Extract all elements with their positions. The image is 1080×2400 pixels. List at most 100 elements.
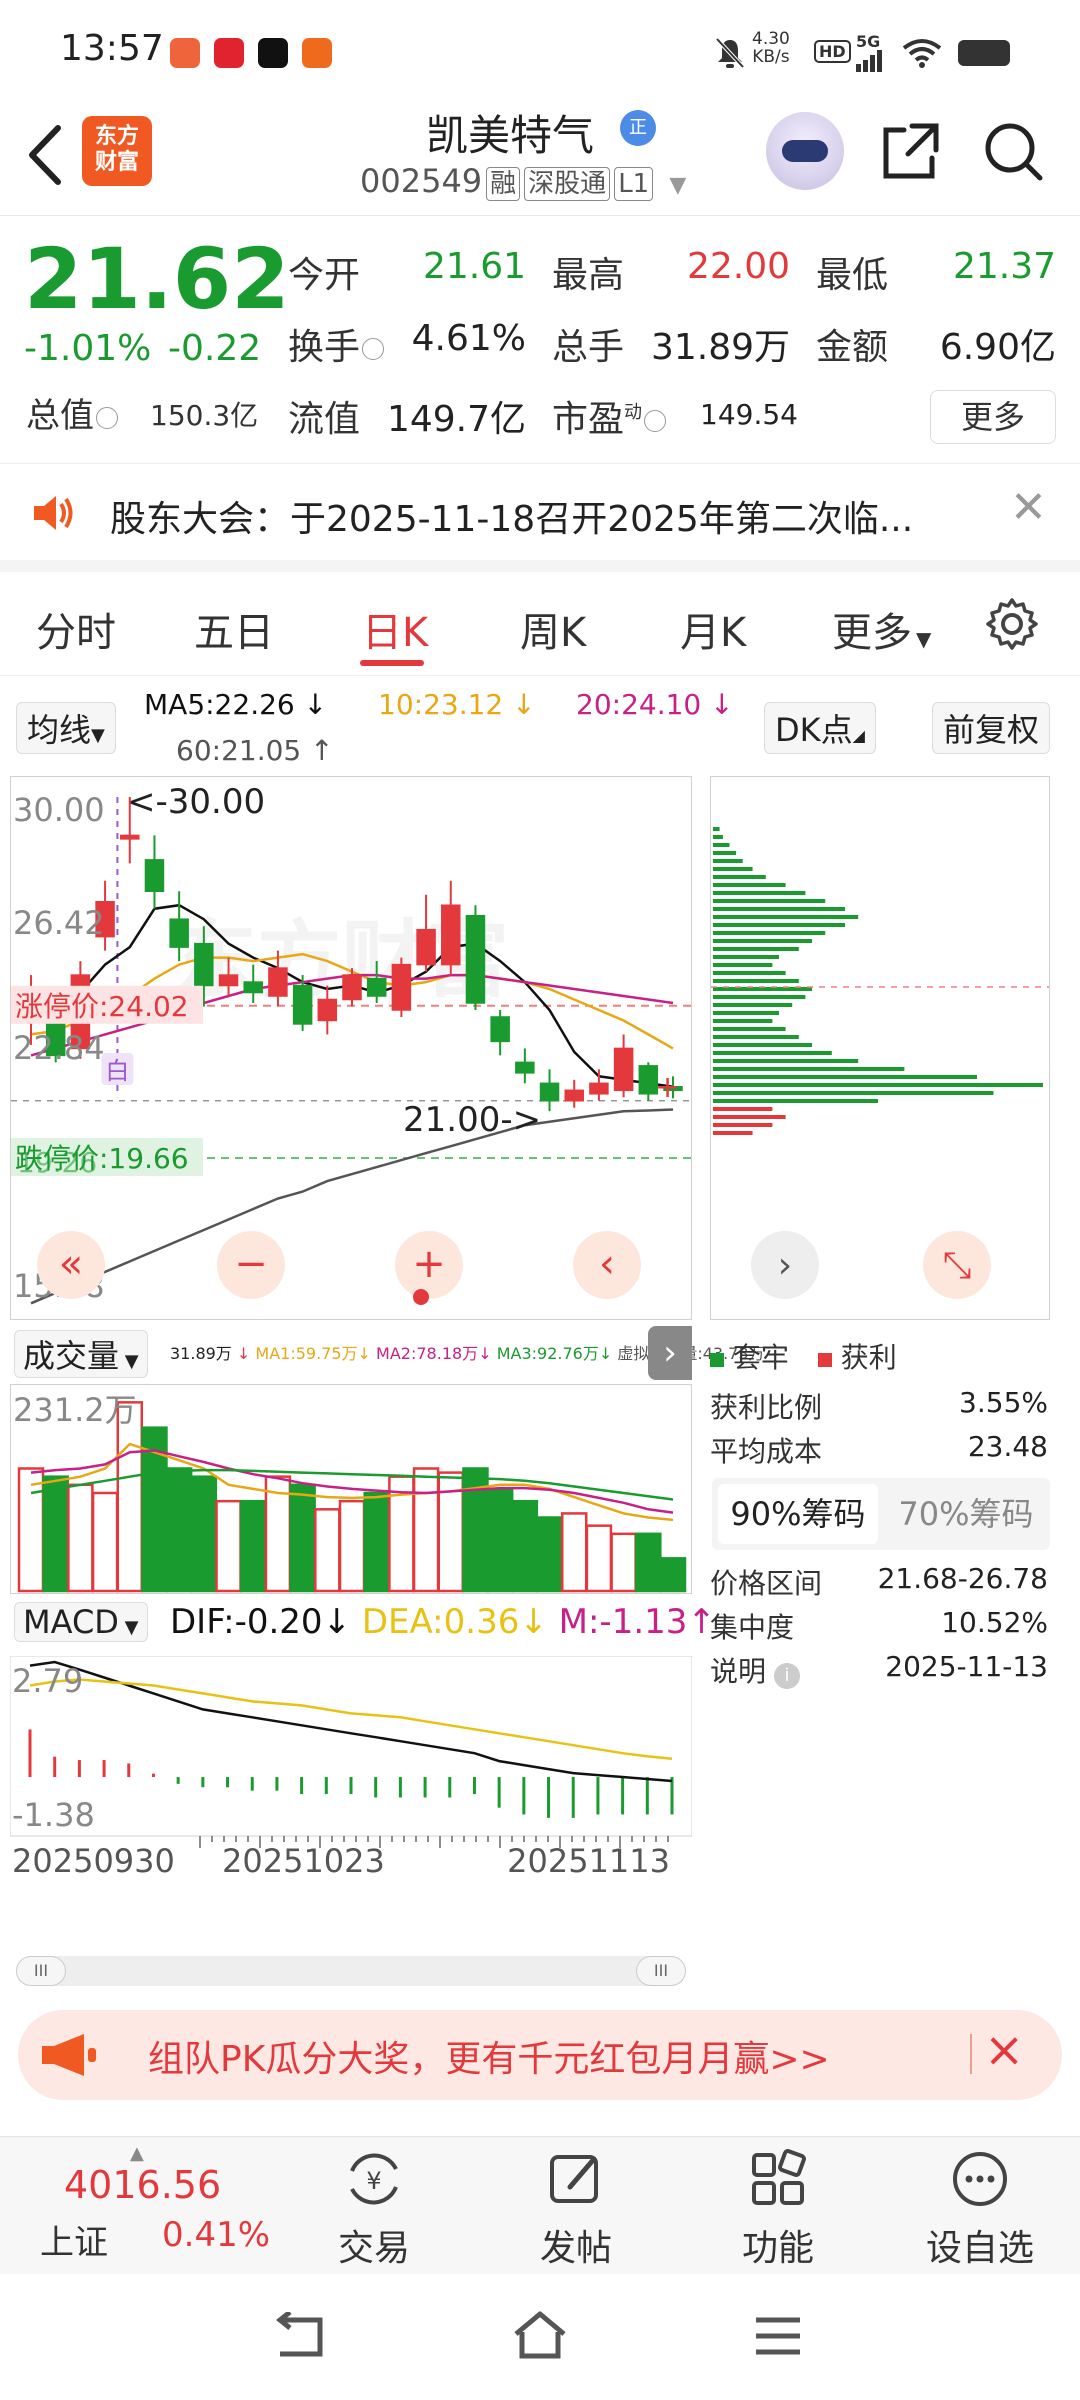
candle-body — [366, 977, 387, 997]
promo-banner[interactable]: 组队PK瓜分大奖，更有千元红包月月赢>> × — [18, 2010, 1062, 2100]
next-icon[interactable]: › — [751, 1231, 819, 1299]
system-home-icon[interactable] — [510, 2308, 570, 2362]
caret-down-icon: ▼ — [91, 725, 105, 746]
volume-chart[interactable]: 231.2万 — [10, 1384, 692, 1594]
candle-body — [391, 963, 412, 1011]
volume-ma1: MA1:59.75万 — [255, 1344, 358, 1363]
nav-functions[interactable]: 功能 — [742, 2219, 814, 2271]
low-label: 最低 — [816, 255, 889, 296]
chip-bar-trapped — [713, 1027, 786, 1031]
row-label: 平均成本 — [710, 1435, 823, 1468]
brand-logo[interactable]: 东方 财富 — [82, 116, 152, 186]
promo-close-icon[interactable]: × — [984, 2022, 1024, 2078]
chip-bar-trapped — [713, 875, 766, 879]
chip-tabs: 90%筹码 70%筹码 — [712, 1478, 1050, 1550]
volume-select[interactable]: 成交量 ▼ — [14, 1330, 148, 1378]
scroller-right-handle[interactable]: III — [636, 1956, 686, 1986]
tag-level[interactable]: L1 — [614, 167, 654, 201]
amount-label: 金额 — [816, 327, 889, 368]
adjust-button[interactable]: 前复权 — [932, 702, 1051, 754]
macd-line-dea — [29, 1678, 673, 1760]
back-arrow-icon[interactable] — [22, 122, 68, 188]
info-icon[interactable] — [644, 410, 667, 432]
turnover-value: 4.61% — [411, 318, 526, 359]
speaker-icon — [34, 496, 73, 530]
volume-ma2: MA2:78.18万 — [376, 1344, 479, 1363]
system-back-icon[interactable] — [272, 2312, 328, 2362]
tab-monthly-k[interactable]: 月K — [680, 600, 746, 658]
crosshair-plus: + — [655, 1070, 680, 1105]
indicator-select[interactable]: 均线▼ — [16, 702, 116, 754]
promo-text[interactable]: 组队PK瓜分大奖，更有千元红包月月赢>> — [148, 2030, 830, 2082]
nav-add-favorite[interactable]: 设自选 — [926, 2219, 1034, 2271]
info-icon[interactable]: i — [774, 1663, 801, 1689]
prev-icon[interactable]: ‹ — [573, 1231, 641, 1299]
index-name[interactable]: 上证 — [40, 2215, 108, 2264]
zoom-out-icon[interactable]: − — [217, 1231, 285, 1299]
post-icon[interactable] — [546, 2149, 606, 2209]
legend-trapped: 套牢 — [732, 1341, 789, 1374]
volume-bar — [289, 1483, 316, 1593]
macd-chart[interactable]: 2.79 -1.38 20250930 20251023 20251113 — [10, 1656, 692, 1876]
index-value[interactable]: 4016.56 — [64, 2163, 221, 2207]
close-icon[interactable]: ✕ — [1010, 482, 1047, 533]
share-icon[interactable] — [878, 118, 944, 184]
caret-down-icon: ▼ — [118, 1617, 139, 1638]
volume-bar — [165, 1467, 193, 1593]
gear-icon[interactable] — [984, 596, 1040, 652]
kline-chart[interactable]: 东方财富30.0026.4222.8415.68<-30.0021.00->涨停… — [10, 776, 692, 1320]
profit-ratio-row: 获利比例 3.55% — [710, 1386, 1050, 1426]
tab-intraday[interactable]: 分时 — [36, 600, 116, 658]
trade-icon[interactable]: ¥ — [344, 2149, 404, 2209]
chip-distribution-chart[interactable]: › ⤡ — [710, 776, 1050, 1320]
announcement-text[interactable]: 股东大会：于2025-11-18召开2025年第二次临... — [110, 490, 913, 542]
zoom-in-icon[interactable]: + — [395, 1231, 463, 1299]
tab-more-label: 更多 — [832, 610, 912, 656]
open-label: 今开 — [288, 255, 361, 296]
tag-margin: 融 — [486, 167, 521, 201]
tab-more[interactable]: 更多 ▼ — [832, 600, 931, 658]
caret-down-icon: ▼ — [119, 1351, 139, 1372]
volume-bar — [610, 1532, 637, 1593]
nav-trade[interactable]: 交易 — [338, 2219, 410, 2271]
info-icon[interactable] — [96, 406, 118, 429]
tab-chip-90[interactable]: 90%筹码 — [718, 1484, 878, 1544]
tab-daily-k[interactable]: 日K — [362, 600, 428, 658]
nav-post[interactable]: 发帖 — [540, 2219, 612, 2271]
system-menu-icon[interactable] — [752, 2314, 804, 2358]
macd-select[interactable]: MACD ▼ — [14, 1602, 148, 1642]
expand-icon[interactable]: ⤡ — [923, 1231, 991, 1299]
index-change[interactable]: 0.41% — [162, 2215, 270, 2255]
robot-avatar[interactable] — [766, 112, 844, 190]
double-left-icon[interactable]: « — [37, 1231, 105, 1299]
brand-logo-line1: 东方 — [94, 124, 139, 149]
scroller-left-handle[interactable]: III — [16, 1956, 66, 1986]
candle — [465, 905, 486, 1010]
chip-bar-trapped — [713, 955, 779, 959]
chip-bar-trapped — [713, 859, 743, 863]
chip-bar-trapped — [713, 995, 806, 999]
candle-body — [613, 1047, 634, 1092]
announcement-bar[interactable]: 股东大会：于2025-11-18召开2025年第二次临... ✕ — [0, 464, 1080, 572]
chip-bar-trapped — [713, 1099, 878, 1103]
candle — [564, 1079, 584, 1108]
chart-range-scroller[interactable]: III III — [16, 1956, 686, 1986]
tab-five-day[interactable]: 五日 — [194, 600, 274, 658]
dk-point-button[interactable]: DK点◢ — [764, 702, 876, 754]
search-icon[interactable] — [980, 118, 1046, 184]
pe-label-text: 市盈 — [552, 399, 625, 440]
favorite-icon[interactable] — [950, 2149, 1010, 2209]
tab-weekly-k[interactable]: 周K — [520, 600, 586, 658]
grid-icon[interactable] — [748, 2149, 808, 2209]
chevron-right-icon[interactable]: › — [648, 1326, 692, 1380]
volume-bar — [635, 1532, 662, 1593]
chevron-down-icon[interactable]: ▼ — [669, 173, 686, 198]
more-button[interactable]: 更多 — [930, 390, 1056, 444]
candle-body — [515, 1061, 535, 1074]
info-icon[interactable] — [362, 338, 385, 360]
y-axis-label: 30.00 — [13, 791, 105, 829]
volume-bar — [215, 1499, 242, 1593]
volume-bar — [116, 1401, 144, 1593]
chip-bar-trapped — [713, 1083, 1043, 1087]
tab-chip-70[interactable]: 70%筹码 — [888, 1484, 1044, 1544]
